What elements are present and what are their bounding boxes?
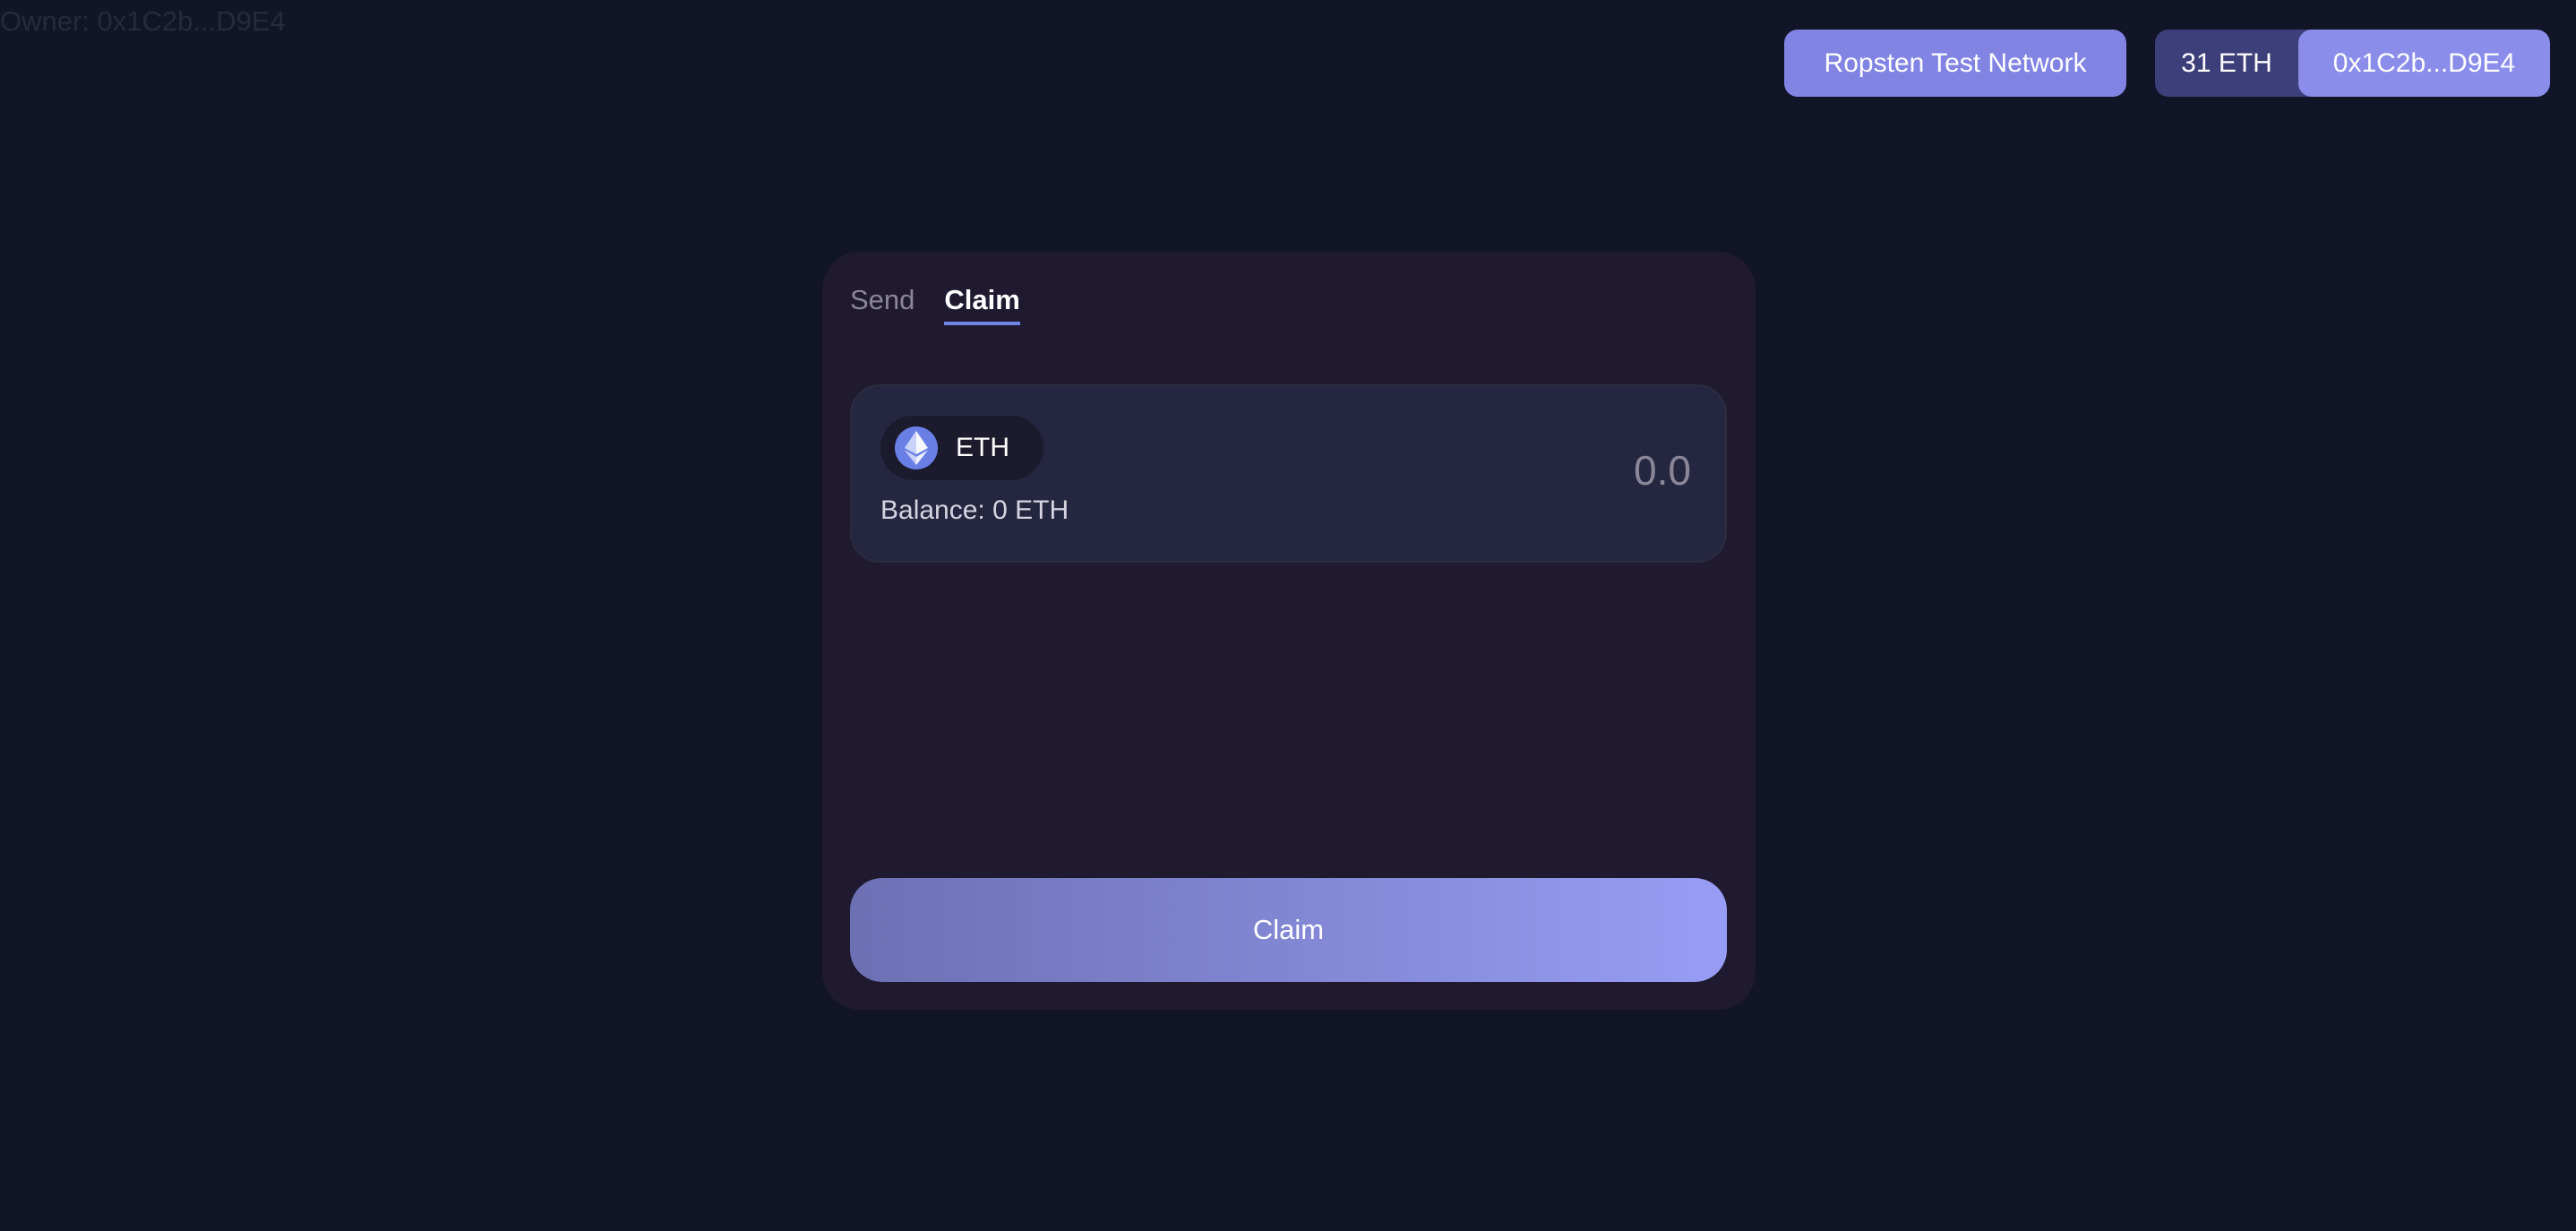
claim-card: Send Claim ETH Balance: 0 ETH Claim xyxy=(822,252,1756,1010)
amount-input[interactable] xyxy=(1424,443,1693,497)
token-selector-button[interactable]: ETH xyxy=(880,416,1043,480)
ethereum-icon xyxy=(895,426,938,469)
account-address-button[interactable]: 0x1C2b...D9E4 xyxy=(2298,30,2550,97)
tab-claim[interactable]: Claim xyxy=(944,284,1020,325)
tab-send[interactable]: Send xyxy=(850,284,914,322)
owner-address-label: Owner: 0x1C2b...D9E4 xyxy=(0,5,286,37)
tab-bar: Send Claim xyxy=(850,284,1020,325)
token-amount-panel: ETH Balance: 0 ETH xyxy=(850,384,1727,563)
account-balance: 31 ETH xyxy=(2181,47,2272,78)
network-selector-button[interactable]: Ropsten Test Network xyxy=(1784,30,2126,97)
claim-button[interactable]: Claim xyxy=(850,878,1727,982)
token-symbol: ETH xyxy=(956,433,1009,462)
token-balance: Balance: 0 ETH xyxy=(880,495,1069,525)
account-info: 31 ETH 0x1C2b...D9E4 xyxy=(2155,30,2550,97)
